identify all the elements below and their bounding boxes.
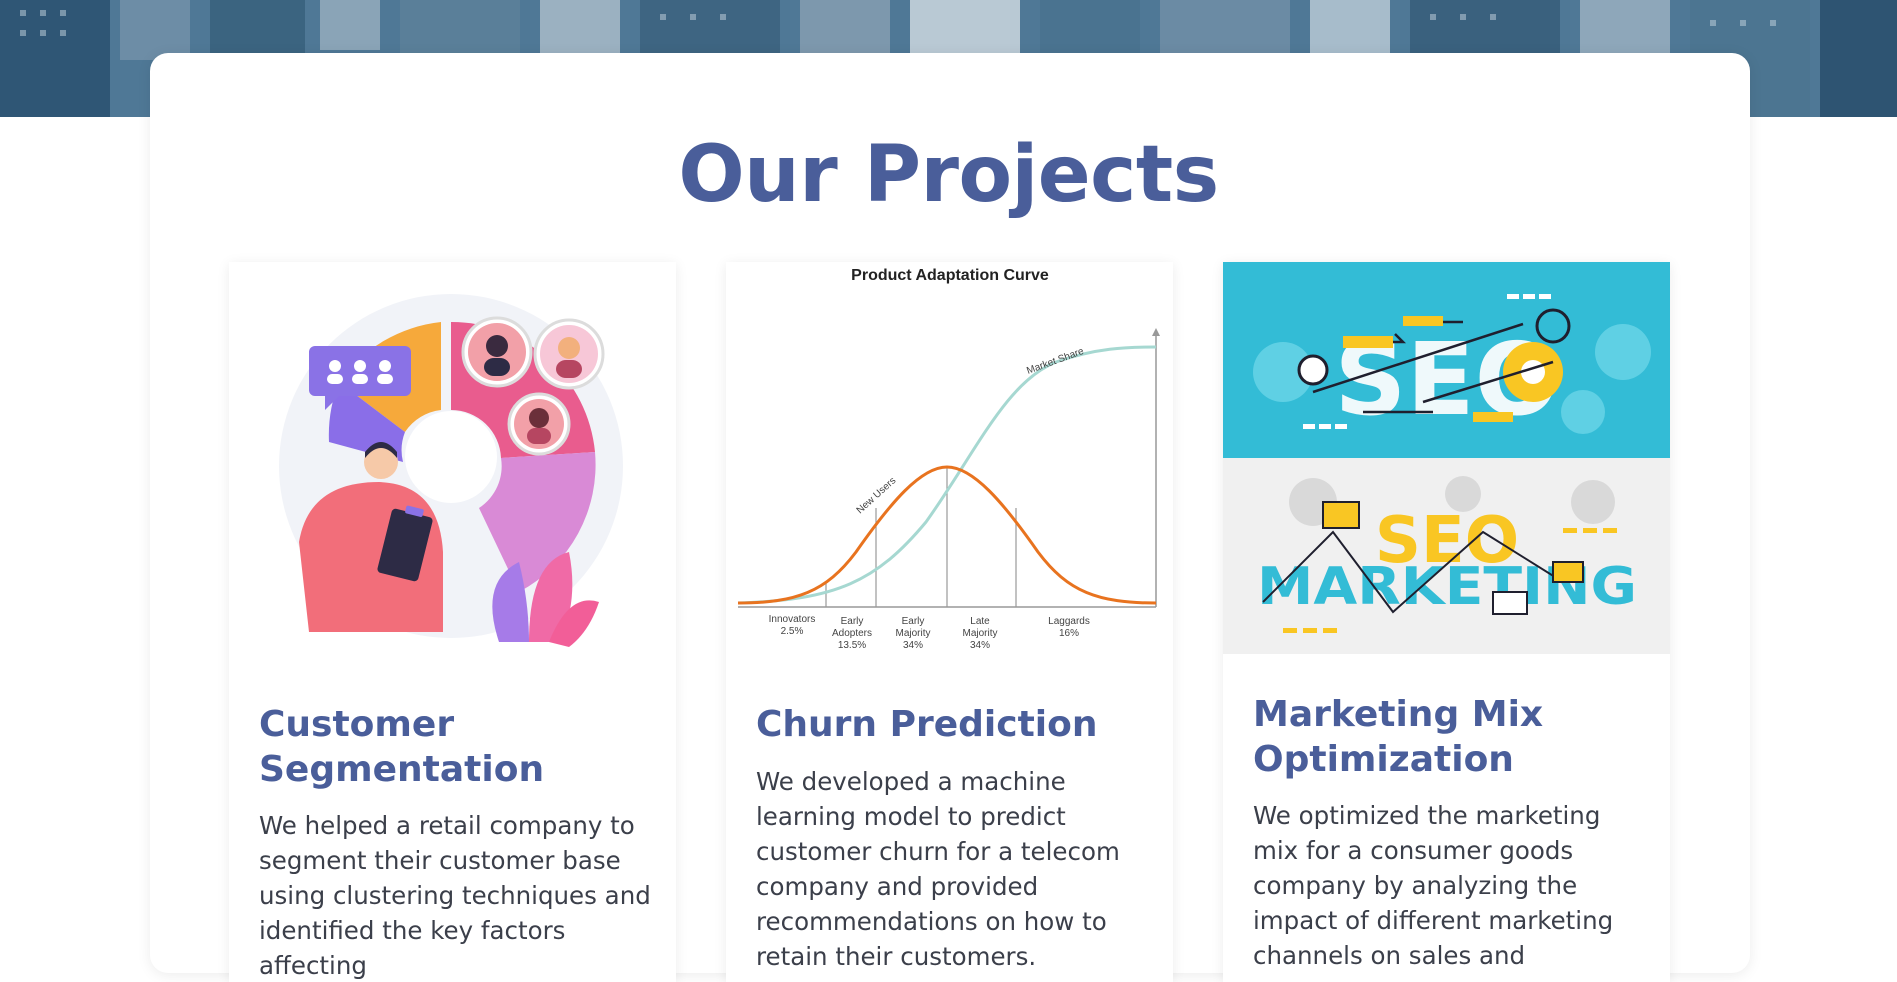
segment-pct: 34%: [903, 640, 923, 651]
project-title: Churn Prediction: [756, 704, 1098, 745]
project-description: We helped a retail company to segment th…: [259, 811, 651, 980]
segment-label: Early: [841, 616, 864, 627]
segment-label: Laggards: [1048, 616, 1090, 627]
segment-label: Late: [970, 616, 990, 627]
project-card-churn-prediction: Product Adaptation Curve Market Share Ne…: [726, 262, 1173, 982]
project-title: Marketing Mix Optimization: [1253, 694, 1544, 780]
project-card-marketing-mix-optimization: SEO SEO MARKETING Marketing Mix Optimiza…: [1223, 262, 1670, 982]
segment-pct: 34%: [970, 640, 990, 651]
chart-title: Product Adaptation Curve: [851, 267, 1049, 284]
project-description: We optimized the marketing mix for a con…: [1253, 801, 1614, 970]
segment-label: Innovators: [769, 614, 816, 625]
project-description: We developed a machine learning model to…: [756, 767, 1120, 971]
seo-marketing-illustration: SEO SEO MARKETING: [1223, 262, 1670, 654]
segment-label: Adopters: [832, 628, 872, 639]
segment-label: Majority: [962, 628, 997, 639]
segment-pct: 13.5%: [838, 640, 866, 651]
project-card-customer-segmentation: Customer Segmentation We helped a retail…: [229, 262, 676, 982]
segment-pct: 2.5%: [781, 626, 804, 637]
segment-pct: 16%: [1059, 628, 1079, 639]
segment-label: Early: [902, 616, 925, 627]
project-title: Customer Segmentation: [259, 704, 545, 790]
section-title: Our Projects: [678, 130, 1219, 220]
segment-label: Majority: [895, 628, 930, 639]
product-adaptation-curve-chart: Product Adaptation Curve Market Share Ne…: [726, 262, 1173, 672]
customer-segmentation-illustration: [279, 294, 623, 647]
